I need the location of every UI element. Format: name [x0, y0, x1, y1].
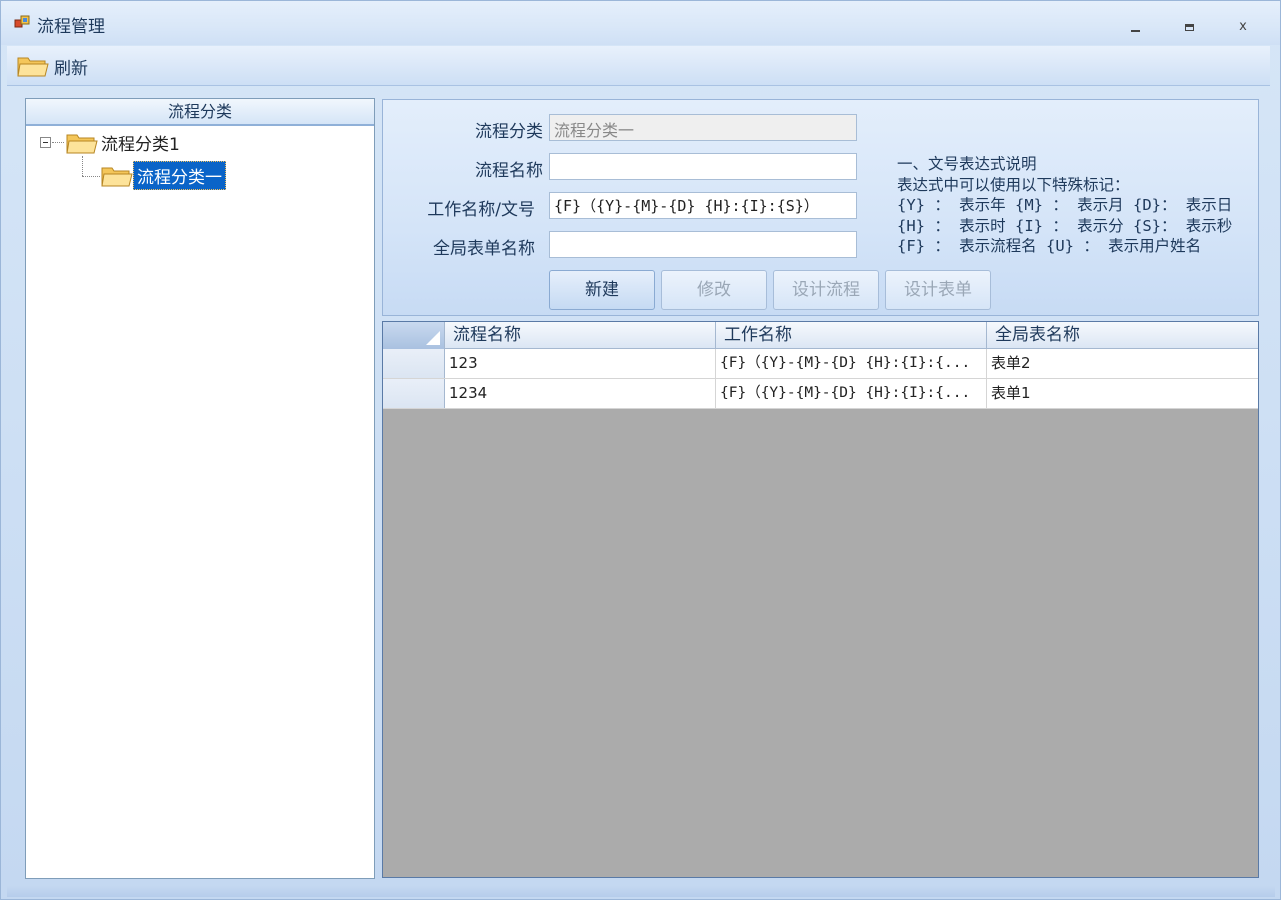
cell-form[interactable]: 表单1 [987, 379, 1258, 408]
cell-work[interactable]: {F}（{Y}-{M}-{D} {H}:{I}:{... [716, 379, 987, 408]
toolbar: 刷新 [7, 46, 1270, 86]
work-name-field[interactable]: {F}（{Y}-{M}-{D} {H}:{I}:{S}） [549, 192, 857, 219]
row-header[interactable] [383, 379, 445, 408]
cell-name[interactable]: 1234 [445, 379, 716, 408]
name-field[interactable] [549, 153, 857, 180]
hint-line: {F} ： 表示流程名 {U} ： 表示用户姓名 [897, 237, 1202, 255]
tree-line [52, 142, 64, 143]
cell-work[interactable]: {F}（{Y}-{M}-{D} {H}:{I}:{... [716, 349, 987, 378]
global-form-field[interactable] [549, 231, 857, 258]
cell-form[interactable]: 表单2 [987, 349, 1258, 378]
window-title: 流程管理 [37, 17, 105, 37]
work-name-label: 工作名称/文号 [427, 200, 535, 220]
tree-header: 流程分类 [26, 99, 374, 126]
minimize-icon [1130, 29, 1140, 32]
column-header-form[interactable]: 全局表名称 [987, 322, 1258, 349]
tree-node-child[interactable]: 流程分类一 [101, 161, 226, 190]
tree-node-child-label[interactable]: 流程分类一 [133, 161, 226, 190]
tree-node-root[interactable]: 流程分类1 [66, 129, 183, 156]
design-flow-button[interactable]: 设计流程 [773, 270, 879, 310]
new-button[interactable]: 新建 [549, 270, 655, 310]
process-form-panel: 流程分类 流程分类一 流程名称 工作名称/文号 {F}（{Y}-{M}-{D} … [382, 99, 1259, 316]
maximize-button[interactable] [1176, 17, 1202, 37]
tree-line [82, 156, 83, 176]
category-field: 流程分类一 [549, 114, 857, 141]
title-bar[interactable]: 流程管理 x [1, 1, 1280, 45]
folder-icon [101, 167, 133, 186]
select-all-corner[interactable] [383, 322, 445, 349]
row-header[interactable] [383, 349, 445, 378]
name-label: 流程名称 [475, 161, 543, 181]
process-grid[interactable]: 流程名称 工作名称 全局表名称 123 {F}（{Y}-{M}-{D} {H}:… [382, 321, 1259, 878]
form-name-label: 全局表单名称 [433, 239, 535, 259]
design-form-button[interactable]: 设计表单 [885, 270, 991, 310]
hint-line: {Y} ： 表示年 {M} ： 表示月 {D}： 表示日 [897, 196, 1233, 214]
refresh-button[interactable]: 刷新 [17, 52, 88, 80]
app-icon [14, 15, 30, 28]
maximize-icon [1184, 24, 1194, 31]
refresh-label: 刷新 [54, 58, 88, 79]
folder-icon [66, 134, 98, 153]
column-header-name[interactable]: 流程名称 [445, 322, 716, 349]
main-window: 流程管理 x 刷新 流程分类 流程分类1 流程分类一 流程分类 流程分类一 流程… [0, 0, 1281, 900]
format-hint: 一、文号表达式说明表达式中可以使用以下特殊标记： {Y} ： 表示年 {M} ： … [897, 154, 1232, 257]
folder-icon [17, 57, 49, 77]
hint-line: {H} ： 表示时 {I} ： 表示分 {S}： 表示秒 [897, 216, 1233, 235]
edit-button[interactable]: 修改 [661, 270, 767, 310]
minimize-button[interactable] [1122, 17, 1148, 37]
tree-node-root-label[interactable]: 流程分类1 [98, 129, 183, 156]
category-tree-panel: 流程分类 流程分类1 流程分类一 [25, 98, 375, 879]
hint-line: 一、文号表达式说明 [897, 155, 1037, 173]
cell-name[interactable]: 123 [445, 349, 716, 378]
tree-line [82, 176, 100, 177]
table-row[interactable]: 123 {F}（{Y}-{M}-{D} {H}:{I}:{... 表单2 [383, 349, 1258, 379]
collapse-toggle[interactable] [40, 137, 51, 148]
column-header-work[interactable]: 工作名称 [716, 322, 987, 349]
hint-line: 表达式中可以使用以下特殊标记： [897, 175, 1130, 194]
close-button[interactable]: x [1230, 17, 1256, 37]
category-label: 流程分类 [475, 122, 543, 142]
bottom-border [7, 885, 1275, 897]
grid-header: 流程名称 工作名称 全局表名称 [383, 322, 1258, 349]
table-row[interactable]: 1234 {F}（{Y}-{M}-{D} {H}:{I}:{... 表单1 [383, 379, 1258, 409]
